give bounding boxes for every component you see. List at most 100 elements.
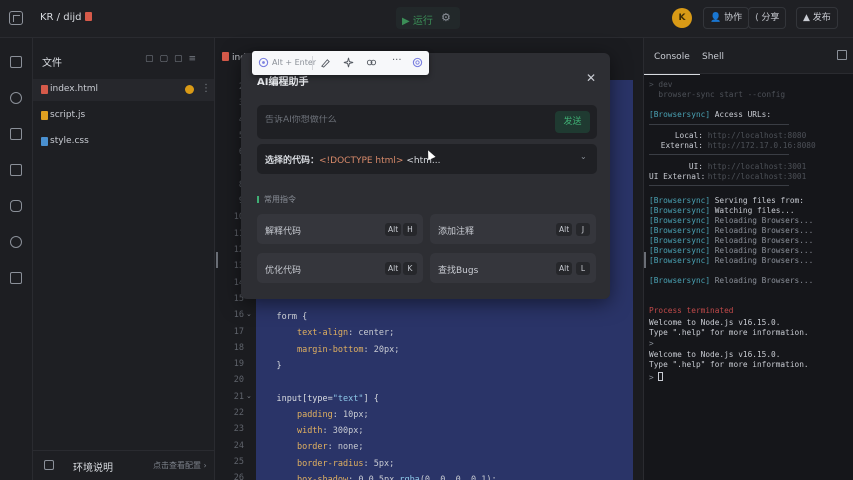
cmd-explain-code[interactable]: 解释代码 Alt H (257, 214, 423, 244)
upload-icon[interactable]: ▢ (174, 54, 189, 64)
divider (649, 154, 789, 155)
code-token: : 5px; (363, 458, 395, 469)
code-token: : none; (327, 442, 364, 453)
file-item-style[interactable]: style.css (33, 131, 214, 153)
breadcrumb[interactable]: KR / dijd (40, 12, 93, 23)
line-number: 23 (233, 424, 244, 435)
prompt-box: 发送 (257, 105, 597, 139)
publish-button[interactable]: ▲ 发布 (796, 7, 838, 29)
console-panel: Console Shell > dev browser-sync start -… (643, 38, 853, 480)
home-icon[interactable] (9, 11, 23, 25)
env-footer[interactable]: 环境说明 点击查看配置 › (33, 450, 214, 480)
line-number: 22 (233, 408, 244, 418)
code-line: text-align: center; (256, 328, 394, 338)
collapse-icon[interactable]: ≡ (189, 54, 203, 64)
list-icon[interactable] (10, 164, 22, 176)
sparkle-icon[interactable] (343, 57, 354, 68)
console-line: [Browsersync] Reloading Browsers... (649, 276, 814, 285)
console-input-line[interactable]: > (649, 372, 664, 382)
console-line: Welcome to Node.js v16.15.0. (649, 350, 781, 359)
console-line: > (649, 339, 654, 348)
pen-icon[interactable] (320, 57, 331, 68)
search-icon[interactable] (10, 92, 22, 104)
console-resize-handle[interactable] (644, 252, 646, 268)
console-line: [Browsersync] Reloading Browsers... (649, 256, 814, 265)
new-file-icon[interactable]: ▢ (145, 54, 160, 64)
settings-icon[interactable] (10, 236, 22, 248)
file-item-script[interactable]: script.js (33, 105, 214, 127)
code-line: box-shadow: 0 0 5px rgba(0, 0, 0, 0.1); (256, 475, 497, 480)
publish-icon: ▲ (803, 13, 813, 23)
code-line: input[type="text"] { (256, 394, 378, 404)
file-tools: ▢▢▢≡ (145, 54, 202, 64)
html-file-icon (85, 12, 93, 21)
avatar[interactable]: K (672, 8, 692, 28)
new-folder-icon[interactable]: ▢ (160, 54, 175, 64)
console-tabs: Console Shell (644, 38, 853, 75)
chevron-down-icon[interactable]: ⌄ (580, 152, 587, 161)
cmd-find-bugs[interactable]: 查找Bugs Alt L (430, 253, 596, 283)
share-button[interactable]: ⟨ 分享 (748, 7, 787, 29)
code-token: width (296, 426, 323, 437)
tab-console[interactable]: Console (644, 52, 700, 75)
tab-shell[interactable]: Shell (702, 52, 724, 62)
prompt-input[interactable] (265, 115, 545, 125)
line-number: 26 (233, 473, 244, 480)
maximize-icon[interactable] (837, 50, 847, 60)
activity-rail (0, 38, 33, 480)
gear-icon[interactable]: ⚙ (441, 11, 451, 24)
cmd-add-comments[interactable]: 添加注释 Alt J (430, 214, 596, 244)
terminal-cursor (658, 372, 664, 381)
settings-icon[interactable] (412, 57, 423, 68)
more-icon[interactable]: ⋮ (201, 83, 211, 94)
image-icon[interactable] (10, 128, 22, 140)
shortcut-hint: Alt + Enter (272, 58, 317, 67)
link-icon[interactable] (366, 57, 377, 68)
database-icon[interactable] (10, 272, 22, 284)
code-line: margin-bottom: 20px; (256, 345, 399, 355)
close-icon[interactable]: ✕ (586, 71, 596, 85)
send-button[interactable]: 发送 (555, 111, 590, 133)
files-icon[interactable] (10, 56, 22, 68)
selected-code-snippet: <!DOCTYPE html> <htm... (319, 156, 441, 166)
console-line: browser-sync start --config (649, 90, 786, 99)
cmd-optimize-code[interactable]: 优化代码 Alt K (257, 253, 423, 283)
console-line: Type ".help" for more information. (649, 360, 809, 369)
code-token: margin-bottom (296, 344, 364, 355)
divider (649, 124, 789, 125)
panel-resize-handle[interactable] (216, 252, 218, 268)
console-line: Process terminated (649, 306, 734, 315)
console-line: UI: http://localhost:3001 (688, 162, 807, 171)
code-line: form { (256, 312, 307, 322)
code-token: box-shadow (296, 475, 349, 480)
fold-chevron-icon[interactable]: ⌄ (246, 392, 252, 400)
package-icon[interactable] (10, 200, 22, 212)
console-line: UI External: http://localhost:3001 (649, 172, 807, 181)
line-number: 24 (233, 440, 244, 451)
code-line: border-radius: 5px; (256, 459, 394, 469)
files-title: 文件 (42, 58, 62, 69)
line-number: 18 (233, 342, 244, 353)
code-token: padding (296, 409, 333, 420)
html-file-icon (41, 85, 48, 94)
code-token: border-radius (296, 458, 364, 469)
run-button[interactable]: ▶ 运行 (402, 12, 433, 27)
code-line: padding: 10px; (256, 410, 369, 420)
collab-button[interactable]: 👤 协作 (703, 7, 750, 29)
code-token: } (276, 360, 282, 371)
file-item-index[interactable]: index.html ⋮ (33, 79, 214, 101)
code-line: width: 300px; (256, 426, 364, 436)
code-token: form { (276, 312, 308, 322)
code-token: : 300px; (322, 426, 364, 437)
ai-icon[interactable] (258, 57, 269, 68)
line-number: 17 (233, 326, 244, 337)
env-icon (44, 460, 54, 470)
fold-chevron-icon[interactable]: ⌄ (246, 310, 252, 318)
more-icon[interactable]: ··· (392, 55, 402, 66)
